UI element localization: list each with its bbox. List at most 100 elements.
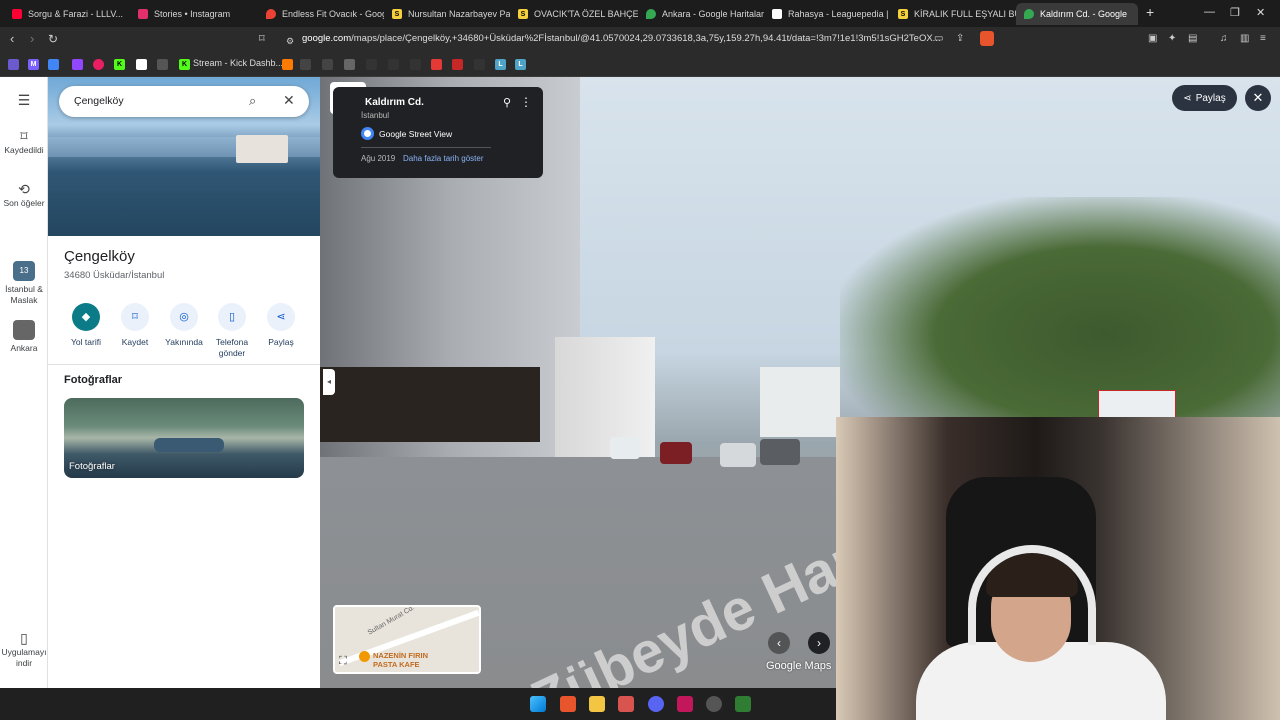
- download-app-button[interactable]: ▯ Uygulamayı indir: [0, 631, 48, 669]
- tab-nursultan[interactable]: S Nursultan Nazarbayev Par: [384, 3, 510, 25]
- app-icon[interactable]: L: [515, 59, 526, 70]
- share-icon: ⋖: [267, 303, 295, 331]
- save-button[interactable]: ⌑ Kaydet: [109, 303, 161, 348]
- saved-button[interactable]: ⌑ Kaydedildi: [0, 129, 48, 156]
- app-icon[interactable]: [452, 59, 463, 70]
- tab-endless-fit[interactable]: Endless Fit Ovacık - Googl: [258, 3, 384, 25]
- recent-istanbul[interactable]: 13 İstanbul & Maslak: [0, 261, 48, 306]
- app-icon[interactable]: [431, 59, 442, 70]
- bookmark-page-icon[interactable]: ⌑: [259, 32, 265, 46]
- discord-icon[interactable]: [648, 696, 664, 712]
- app-icon[interactable]: [157, 59, 168, 70]
- google-icon[interactable]: [48, 59, 59, 70]
- sv-place-title: Kaldırım Cd.: [365, 97, 424, 108]
- sv-share-button[interactable]: ⋖ Paylaş: [1172, 85, 1237, 111]
- more-dates-link[interactable]: Daha fazla tarih göster: [403, 154, 484, 163]
- tab-ovacik[interactable]: S OVACIK'TA ÖZEL BAHÇELİ: [510, 3, 638, 25]
- app-icon[interactable]: [282, 59, 293, 70]
- windows-start-icon[interactable]: [530, 696, 546, 712]
- tab-kaldirim-active[interactable]: Kaldırım Cd. - Google ✕: [1016, 3, 1138, 25]
- directions-icon: ◆: [72, 303, 100, 331]
- action-label: Telefona gönder: [215, 337, 249, 358]
- sv-previous-button[interactable]: ‹: [768, 632, 790, 654]
- search-box: ⌕ ✕: [59, 86, 309, 117]
- app-icon[interactable]: [300, 59, 311, 70]
- app-icon[interactable]: [136, 59, 147, 70]
- cast-icon[interactable]: ▭: [934, 32, 943, 46]
- extension-icon[interactable]: ▣: [1148, 32, 1157, 46]
- maximize-icon[interactable]: ❐: [1230, 6, 1240, 19]
- photos-card[interactable]: Fotoğraflar: [64, 398, 304, 478]
- site-settings-icon[interactable]: ⚙: [286, 34, 294, 48]
- close-tab-icon[interactable]: ✕: [1137, 8, 1138, 21]
- more-vert-icon[interactable]: ⋮: [520, 95, 532, 109]
- twitch-icon[interactable]: [72, 59, 83, 70]
- app-icon[interactable]: [410, 59, 421, 70]
- history-icon: ⟲: [18, 181, 30, 197]
- menu-icon[interactable]: ≡: [1260, 32, 1266, 46]
- location-pin-icon[interactable]: ⚲: [503, 96, 511, 109]
- close-window-icon[interactable]: ✕: [1256, 6, 1265, 19]
- share-button[interactable]: ⋖ Paylaş: [255, 303, 307, 348]
- app-icon[interactable]: [474, 59, 485, 70]
- reload-icon[interactable]: ↻: [48, 32, 58, 46]
- forward-icon[interactable]: ›: [30, 32, 34, 46]
- clear-search-icon[interactable]: ✕: [283, 92, 295, 109]
- bookmark-icon[interactable]: [8, 59, 19, 70]
- windows-taskbar: [0, 688, 836, 720]
- youtube-icon: [12, 9, 22, 19]
- tab-leaguepedia[interactable]: Rahasya - Leaguepedia | L: [764, 3, 890, 25]
- kick-icon[interactable]: K: [114, 59, 125, 70]
- chevron-left-icon: ◂: [326, 377, 331, 386]
- back-icon[interactable]: ‹: [10, 32, 14, 46]
- obs-icon[interactable]: [706, 696, 722, 712]
- app-icon[interactable]: [735, 696, 751, 712]
- tab-ankara-maps[interactable]: Ankara - Google Haritalar: [638, 3, 764, 25]
- sidebar-toggle-icon[interactable]: ▥: [1240, 32, 1249, 46]
- tab-label: KİRALIK FULL EŞYALI BÜYÜ: [914, 9, 1016, 19]
- file-explorer-icon[interactable]: [589, 696, 605, 712]
- brave-shields-icon[interactable]: [980, 31, 994, 46]
- pinterest-icon[interactable]: [93, 59, 104, 70]
- collapse-panel-button[interactable]: ◂: [323, 369, 335, 395]
- tab-kiralik[interactable]: S KİRALIK FULL EŞYALI BÜYÜ: [890, 3, 1016, 25]
- chevron-left-icon: ‹: [777, 636, 781, 650]
- recent-button[interactable]: ⟲ Son öğeler: [0, 181, 48, 209]
- minimap[interactable]: Sultan Murat Cd. NAZENİN FIRIN PASTA KAF…: [333, 605, 481, 674]
- app-icon[interactable]: [677, 696, 693, 712]
- instagram-icon: [138, 9, 148, 19]
- new-tab-icon[interactable]: +: [1146, 4, 1154, 20]
- kick-dashboard-icon[interactable]: K: [179, 59, 190, 70]
- share-page-icon[interactable]: ⇪: [956, 32, 964, 46]
- bookmark-kick-dashboard[interactable]: Stream - Kick Dashb...: [193, 58, 283, 68]
- sv-next-button[interactable]: ›: [808, 632, 830, 654]
- directions-button[interactable]: ◆ Yol tarifi: [60, 303, 112, 348]
- brave-icon[interactable]: [560, 696, 576, 712]
- app-icon[interactable]: L: [495, 59, 506, 70]
- puzzle-icon[interactable]: ✦: [1168, 32, 1176, 46]
- app-icon[interactable]: [618, 696, 634, 712]
- tab-youtube[interactable]: Sorgu & Farazi - LLLV...: [4, 3, 132, 25]
- expand-icon[interactable]: ⛶: [339, 655, 347, 668]
- proton-mail-icon[interactable]: M: [28, 59, 39, 70]
- screenshot-icon[interactable]: ▤: [1188, 32, 1197, 46]
- app-icon[interactable]: [322, 59, 333, 70]
- nearby-button[interactable]: ◎ Yakınında: [158, 303, 210, 348]
- app-icon[interactable]: [388, 59, 399, 70]
- github-icon[interactable]: [366, 59, 377, 70]
- send-to-phone-button[interactable]: ▯ Telefona gönder: [206, 303, 258, 359]
- media-icon[interactable]: ♫: [1220, 32, 1228, 46]
- tab-instagram[interactable]: Stories • Instagram: [130, 3, 258, 25]
- sv-close-button[interactable]: ✕: [1245, 85, 1271, 111]
- minimize-icon[interactable]: —: [1204, 6, 1215, 18]
- url-field[interactable]: google.com/maps/place/Çengelköy,+34680+Ü…: [302, 33, 941, 44]
- recent-item-label: İstanbul & Maslak: [5, 284, 43, 305]
- menu-button[interactable]: ☰: [0, 93, 48, 109]
- address-bar: ‹ › ↻ ⌑ ⚙ google.com/maps/place/Çengelkö…: [0, 27, 1280, 53]
- app-icon[interactable]: [344, 59, 355, 70]
- tab-label: Nursultan Nazarbayev Par: [408, 9, 510, 19]
- search-input[interactable]: [74, 95, 234, 107]
- recent-ankara[interactable]: Ankara: [0, 320, 48, 354]
- search-icon[interactable]: ⌕: [249, 93, 256, 109]
- place-title: Çengelköy: [64, 248, 135, 265]
